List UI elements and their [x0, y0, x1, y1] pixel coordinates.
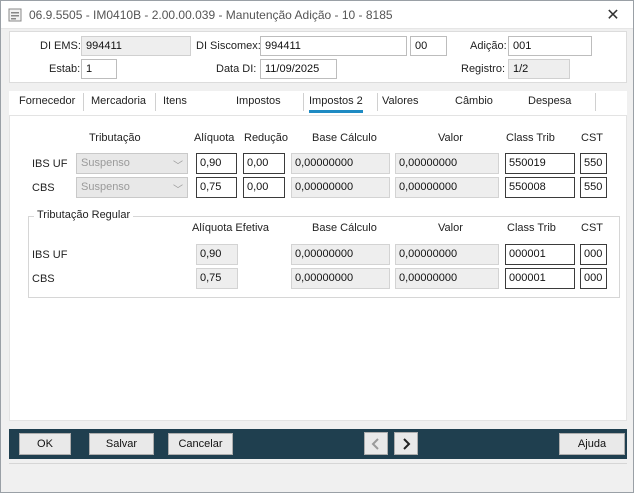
- base-calculo-field-cbs: 0,00000000: [291, 177, 390, 198]
- di-siscomex-field[interactable]: 994411: [260, 36, 407, 56]
- tab-valores[interactable]: Valores: [382, 95, 418, 110]
- valor-field-cbs: 0,00000000: [395, 177, 499, 198]
- col-header-tributacao: Tributação: [89, 132, 141, 144]
- di-siscomex-suffix-field[interactable]: 00: [410, 36, 447, 56]
- col-header-valor: Valor: [438, 132, 463, 144]
- regular-class-trib-input-cbs[interactable]: 000001: [505, 268, 575, 289]
- tributacao-value: Suspenso: [81, 157, 130, 169]
- tributacao-value: Suspenso: [81, 181, 130, 193]
- regular-cst-input-ibs-uf[interactable]: 000: [580, 244, 607, 265]
- tab-separator: [83, 93, 84, 111]
- col-header-reducao: Redução: [244, 132, 289, 144]
- row-label-ibs-uf: IBS UF: [32, 158, 68, 170]
- adicao-field[interactable]: 001: [508, 36, 592, 56]
- col-header-class-trib: Class Trib: [506, 132, 555, 144]
- tab-impostos[interactable]: Impostos: [236, 95, 281, 110]
- aliquota-efetiva-field-cbs: 0,75: [196, 268, 238, 289]
- tab-impostos-2[interactable]: Impostos 2: [309, 95, 363, 113]
- col-header-base-calculo: Base Cálculo: [312, 132, 377, 144]
- title-bar: 06.9.5505 - IM0410B - 2.00.00.039 - Manu…: [1, 1, 633, 29]
- regular-base-calculo-field-cbs: 0,00000000: [291, 268, 390, 289]
- app-icon: [7, 7, 23, 23]
- tab-bar: Fornecedor Mercadoria Itens Impostos Imp…: [9, 91, 627, 115]
- adicao-label: Adição:: [470, 40, 507, 52]
- tab-mercadoria[interactable]: Mercadoria: [91, 95, 146, 110]
- tab-separator: [155, 93, 156, 111]
- registro-field: 1/2: [508, 59, 570, 79]
- row-label-cbs: CBS: [32, 182, 55, 194]
- aliquota-input-ibs-uf[interactable]: 0,90: [196, 153, 237, 174]
- regular-class-trib-input-ibs-uf[interactable]: 000001: [505, 244, 575, 265]
- base-calculo-field-ibs-uf: 0,00000000: [291, 153, 390, 174]
- reducao-input-ibs-uf[interactable]: 0,00: [243, 153, 285, 174]
- di-ems-field: 994411: [81, 36, 191, 56]
- aliquota-efetiva-field-ibs-uf: 0,90: [196, 244, 238, 265]
- tab-content-impostos-2: Tributação Alíquota Redução Base Cálculo…: [9, 115, 627, 421]
- cst-input-ibs-uf[interactable]: 550: [580, 153, 607, 174]
- tab-itens[interactable]: Itens: [163, 95, 187, 110]
- reducao-input-cbs[interactable]: 0,00: [243, 177, 285, 198]
- tab-despesa[interactable]: Despesa: [528, 95, 571, 110]
- col-header-cst: CST: [581, 132, 603, 144]
- salvar-button[interactable]: Salvar: [89, 433, 154, 455]
- close-icon: ✕: [606, 7, 620, 24]
- tab-fornecedor[interactable]: Fornecedor: [19, 95, 75, 110]
- tributacao-regular-title: Tributação Regular: [34, 209, 134, 221]
- col-header-base-calculo-2: Base Cálculo: [312, 222, 377, 234]
- dialog-window: 06.9.5505 - IM0410B - 2.00.00.039 - Manu…: [0, 0, 634, 493]
- previous-button[interactable]: [364, 432, 388, 455]
- tab-separator: [377, 93, 378, 111]
- estab-field[interactable]: 1: [81, 59, 117, 79]
- close-button[interactable]: ✕: [603, 5, 623, 25]
- aliquota-input-cbs[interactable]: 0,75: [196, 177, 237, 198]
- di-siscomex-label: DI Siscomex:: [196, 40, 261, 52]
- col-header-valor-2: Valor: [438, 222, 463, 234]
- tab-cambio[interactable]: Câmbio: [455, 95, 493, 110]
- estab-label: Estab:: [49, 63, 81, 75]
- regular-cst-input-cbs[interactable]: 000: [580, 268, 607, 289]
- header-panel: DI EMS: 994411 DI Siscomex: 994411 00 Ad…: [9, 31, 627, 83]
- data-di-field[interactable]: 11/09/2025: [260, 59, 337, 79]
- di-ems-label: DI EMS:: [40, 40, 81, 52]
- class-trib-input-ibs-uf[interactable]: 550019: [505, 153, 575, 174]
- window-title: 06.9.5505 - IM0410B - 2.00.00.039 - Manu…: [29, 7, 393, 22]
- regular-valor-field-ibs-uf: 0,00000000: [395, 244, 499, 265]
- tab-separator: [595, 93, 596, 111]
- col-header-cst-2: CST: [581, 222, 603, 234]
- chevron-left-icon: [371, 437, 379, 450]
- data-di-label: Data DI:: [216, 63, 257, 75]
- tab-separator: [303, 93, 304, 111]
- regular-base-calculo-field-ibs-uf: 0,00000000: [291, 244, 390, 265]
- valor-field-ibs-uf: 0,00000000: [395, 153, 499, 174]
- col-header-aliquota: Alíquota: [194, 132, 235, 144]
- col-header-aliquota-efetiva: Alíquota Efetiva: [192, 222, 270, 234]
- cst-input-cbs[interactable]: 550: [580, 177, 607, 198]
- ajuda-button[interactable]: Ajuda: [559, 433, 625, 455]
- regular-valor-field-cbs: 0,00000000: [395, 268, 499, 289]
- class-trib-input-cbs[interactable]: 550008: [505, 177, 575, 198]
- chevron-down-icon: ﹀: [173, 185, 183, 196]
- regular-row-label-ibs-uf: IBS UF: [32, 249, 68, 261]
- chevron-right-icon: [403, 437, 411, 450]
- next-button[interactable]: [394, 432, 418, 455]
- status-bar: [9, 463, 627, 487]
- regular-row-label-cbs: CBS: [32, 273, 55, 285]
- chevron-down-icon: ﹀: [173, 161, 183, 172]
- ok-button[interactable]: OK: [19, 433, 71, 455]
- col-header-class-trib-2: Class Trib: [507, 222, 556, 234]
- tributacao-select-ibs-uf[interactable]: Suspenso ﹀: [76, 153, 188, 174]
- cancelar-button[interactable]: Cancelar: [168, 433, 233, 455]
- tributacao-select-cbs[interactable]: Suspenso ﹀: [76, 177, 188, 198]
- registro-label: Registro:: [461, 63, 506, 75]
- footer-button-bar: OK Salvar Cancelar Ajuda: [9, 429, 627, 459]
